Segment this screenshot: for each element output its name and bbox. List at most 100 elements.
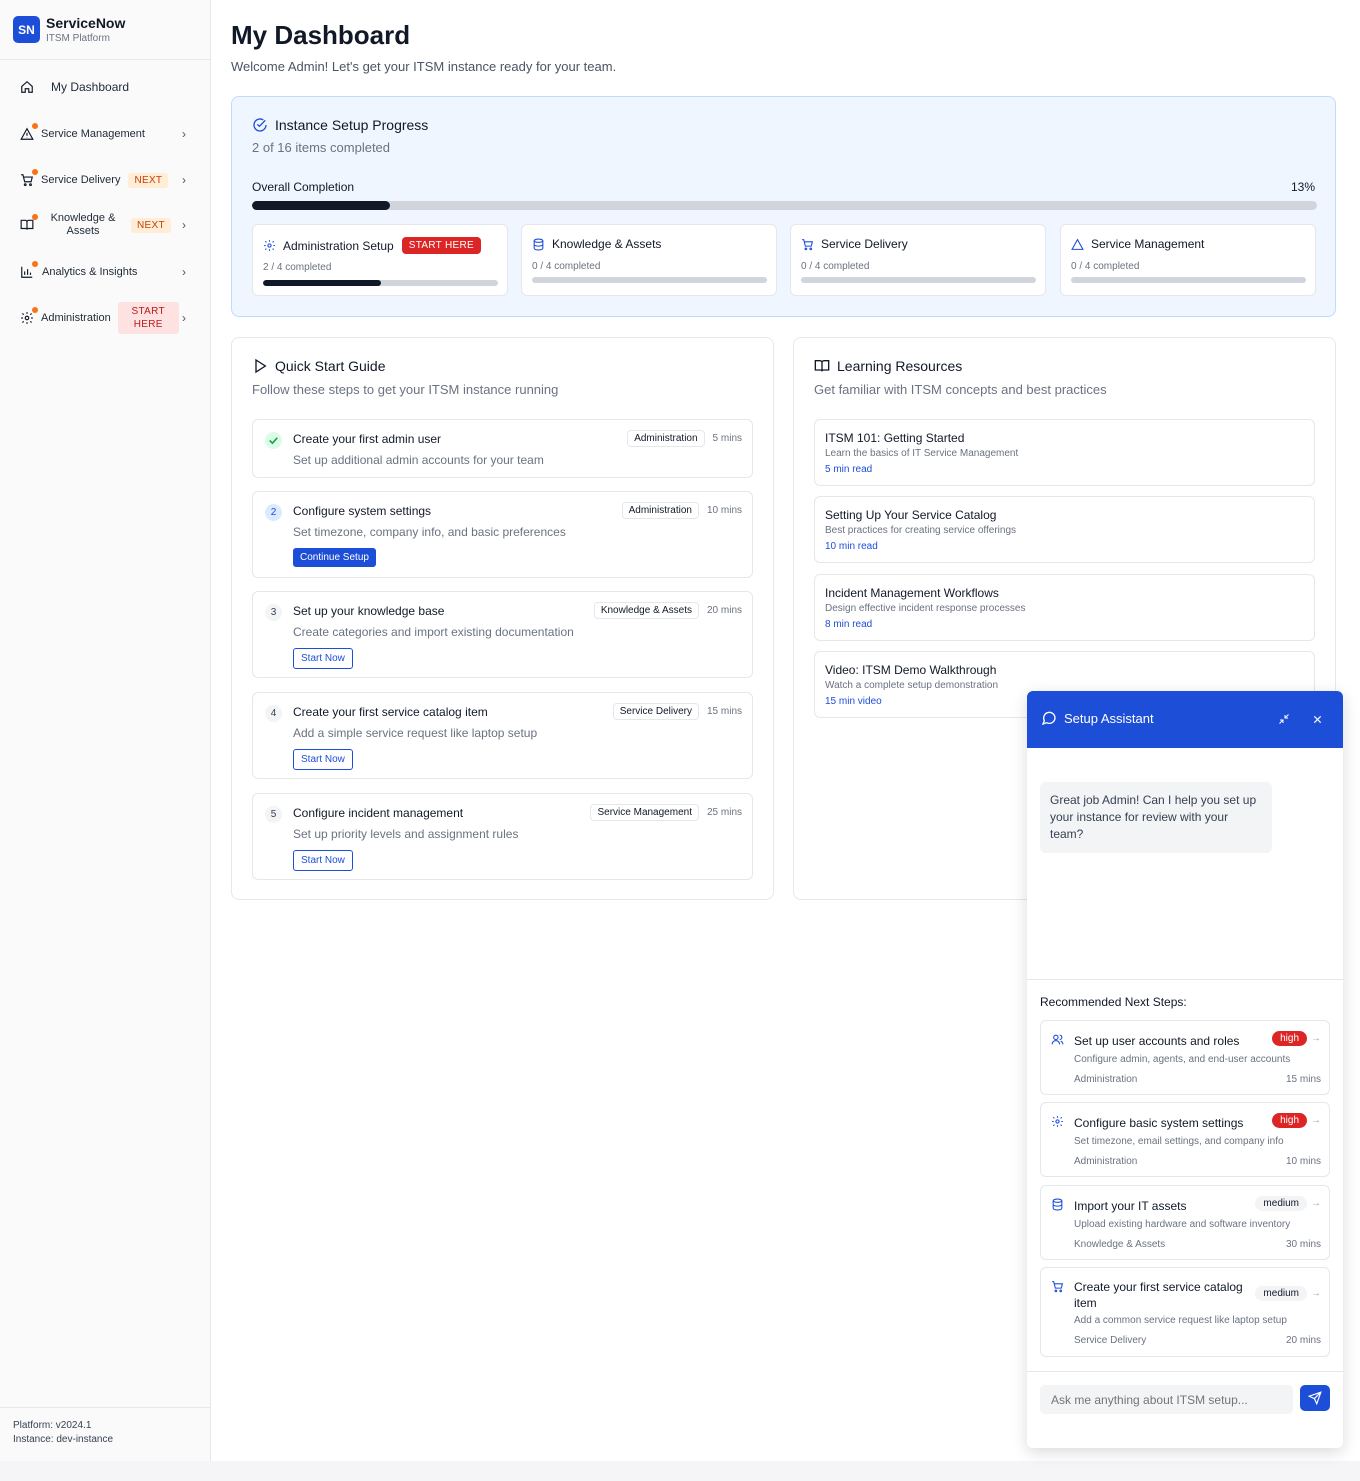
- sidebar-item-administration[interactable]: Administration START HERE ›: [12, 302, 198, 334]
- step-title: Create your first admin user: [293, 432, 442, 446]
- quick-start-panel: Quick Start Guide Follow these steps to …: [231, 337, 774, 900]
- users-icon: [1051, 1033, 1065, 1047]
- step-tag: Administration: [621, 502, 699, 519]
- brand-subtitle: ITSM Platform: [46, 33, 110, 44]
- cart-icon: [1051, 1280, 1065, 1294]
- learning-title: Learning Resources: [814, 358, 962, 374]
- learning-subtitle: Get familiar with ITSM concepts and best…: [814, 382, 1107, 397]
- sidebar-item-service-delivery[interactable]: Service Delivery NEXT ›: [12, 169, 198, 189]
- start-here-badge: START HERE: [117, 302, 179, 334]
- arrow-right-icon: →: [1311, 1115, 1321, 1126]
- category-card-service-delivery[interactable]: Service Delivery 0 / 4 completed: [790, 224, 1046, 296]
- setup-progress-card: Instance Setup Progress 2 of 16 items co…: [231, 96, 1336, 317]
- category-count: 2 / 4 completed: [263, 262, 332, 273]
- database-icon: [532, 238, 552, 251]
- setup-assistant-panel: Setup Assistant Great job Admin! Can I h…: [1027, 691, 1343, 1448]
- minimize-icon[interactable]: [1274, 709, 1294, 729]
- progress-subtitle: 2 of 16 items completed: [252, 140, 391, 155]
- step-desc: Set timezone, company info, and basic pr…: [293, 525, 566, 539]
- recommendation-card[interactable]: Set up user accounts and roles high → Co…: [1040, 1020, 1330, 1095]
- gear-icon: [1051, 1115, 1065, 1129]
- category-card-administration[interactable]: Administration Setup START HERE 2 / 4 co…: [252, 224, 508, 296]
- priority-badge: medium: [1255, 1196, 1307, 1211]
- sidebar-item-label: Analytics & Insights: [42, 266, 138, 278]
- progress-title: Instance Setup Progress: [252, 117, 428, 133]
- category-count: 0 / 4 completed: [1071, 261, 1140, 272]
- category-name: Knowledge & Assets: [552, 237, 662, 251]
- overall-label: Overall Completion: [252, 180, 355, 194]
- sidebar-item-knowledge-assets[interactable]: Knowledge & Assets NEXT ›: [12, 212, 198, 238]
- step-number: 4: [265, 705, 282, 722]
- category-name: Service Management: [1091, 237, 1205, 251]
- recommendation-card[interactable]: Create your first service catalog item m…: [1040, 1267, 1330, 1357]
- gear-icon: [263, 239, 283, 252]
- chevron-right-icon: ›: [182, 127, 186, 141]
- step-time: 5 mins: [712, 433, 742, 444]
- resource-card[interactable]: ITSM 101: Getting Started Learn the basi…: [814, 419, 1315, 486]
- step-desc: Add a simple service request like laptop…: [293, 726, 538, 740]
- logo: SN: [13, 16, 40, 43]
- sidebar-item-service-management[interactable]: Service Management ›: [12, 123, 198, 143]
- rec-title: Create your first service catalog item: [1074, 1280, 1243, 1310]
- sidebar-item-label: My Dashboard: [51, 80, 130, 94]
- category-progress-bar: [263, 280, 498, 286]
- chevron-right-icon: ›: [182, 173, 186, 187]
- recommendation-card[interactable]: Configure basic system settings high → S…: [1040, 1102, 1330, 1177]
- rec-time: 15 mins: [1285, 1074, 1321, 1085]
- step-card: Create your first admin user Set up addi…: [252, 419, 753, 478]
- rec-time: 10 mins: [1285, 1156, 1321, 1167]
- assistant-title: Setup Assistant: [1064, 710, 1154, 726]
- rec-time: 20 mins: [1285, 1335, 1321, 1346]
- start-now-button[interactable]: Start Now: [293, 850, 353, 871]
- chevron-right-icon: ›: [182, 311, 186, 325]
- platform-version: Platform: v2024.1: [13, 1420, 92, 1431]
- step-card: 4 Create your first service catalog item…: [252, 692, 753, 779]
- rec-desc: Configure admin, agents, and end-user ac…: [1074, 1054, 1291, 1065]
- category-count: 0 / 4 completed: [532, 261, 601, 272]
- step-tag: Administration: [627, 430, 705, 447]
- step-card: 2 Configure system settings Set timezone…: [252, 491, 753, 578]
- sidebar-item-label: Administration: [41, 312, 111, 324]
- recommended-title: Recommended Next Steps:: [1040, 995, 1187, 1009]
- step-title: Configure incident management: [293, 806, 464, 820]
- category-card-service-management[interactable]: Service Management 0 / 4 completed: [1060, 224, 1316, 296]
- sidebar-item-my-dashboard[interactable]: My Dashboard: [12, 78, 198, 96]
- chevron-right-icon: ›: [182, 218, 186, 232]
- next-badge: NEXT: [131, 217, 171, 233]
- category-name: Administration Setup: [283, 238, 394, 253]
- priority-badge: high: [1272, 1113, 1307, 1128]
- check-circle-icon: [265, 432, 282, 449]
- start-now-button[interactable]: Start Now: [293, 648, 353, 669]
- resource-card[interactable]: Incident Management Workflows Design eff…: [814, 574, 1315, 641]
- send-button[interactable]: [1300, 1385, 1330, 1411]
- step-card: 3 Set up your knowledge base Create cate…: [252, 591, 753, 678]
- sidebar: SN ServiceNow ITSM Platform My Dashboard…: [0, 0, 211, 1461]
- rec-category: Service Delivery: [1074, 1335, 1147, 1346]
- arrow-right-icon: →: [1311, 1198, 1321, 1209]
- rec-title: Configure basic system settings: [1074, 1116, 1244, 1130]
- sidebar-item-analytics[interactable]: Analytics & Insights ›: [12, 261, 198, 281]
- rec-desc: Upload existing hardware and software in…: [1074, 1219, 1291, 1230]
- continue-setup-button[interactable]: Continue Setup: [293, 548, 376, 567]
- overall-progress-bar: [252, 201, 1317, 210]
- resource-desc: Best practices for creating service offe…: [825, 525, 1017, 536]
- alert-triangle-icon: [1071, 238, 1091, 251]
- recommendation-card[interactable]: Import your IT assets medium → Upload ex…: [1040, 1185, 1330, 1260]
- resource-card[interactable]: Setting Up Your Service Catalog Best pra…: [814, 496, 1315, 563]
- rec-title: Import your IT assets: [1074, 1199, 1187, 1213]
- step-tag: Service Delivery: [612, 703, 699, 720]
- category-count: 0 / 4 completed: [801, 261, 870, 272]
- brand: SN ServiceNow ITSM Platform: [0, 0, 210, 60]
- resource-desc: Watch a complete setup demonstration: [825, 680, 999, 691]
- category-card-knowledge[interactable]: Knowledge & Assets 0 / 4 completed: [521, 224, 777, 296]
- chat-input[interactable]: [1040, 1385, 1293, 1414]
- start-now-button[interactable]: Start Now: [293, 749, 353, 770]
- close-icon[interactable]: [1307, 709, 1327, 729]
- priority-badge: medium: [1255, 1286, 1307, 1301]
- chevron-right-icon: ›: [182, 265, 186, 279]
- priority-badge: high: [1272, 1031, 1307, 1046]
- database-icon: [1051, 1198, 1065, 1212]
- play-icon: [252, 358, 275, 374]
- step-title: Set up your knowledge base: [293, 604, 445, 618]
- rec-category: Administration: [1074, 1156, 1138, 1167]
